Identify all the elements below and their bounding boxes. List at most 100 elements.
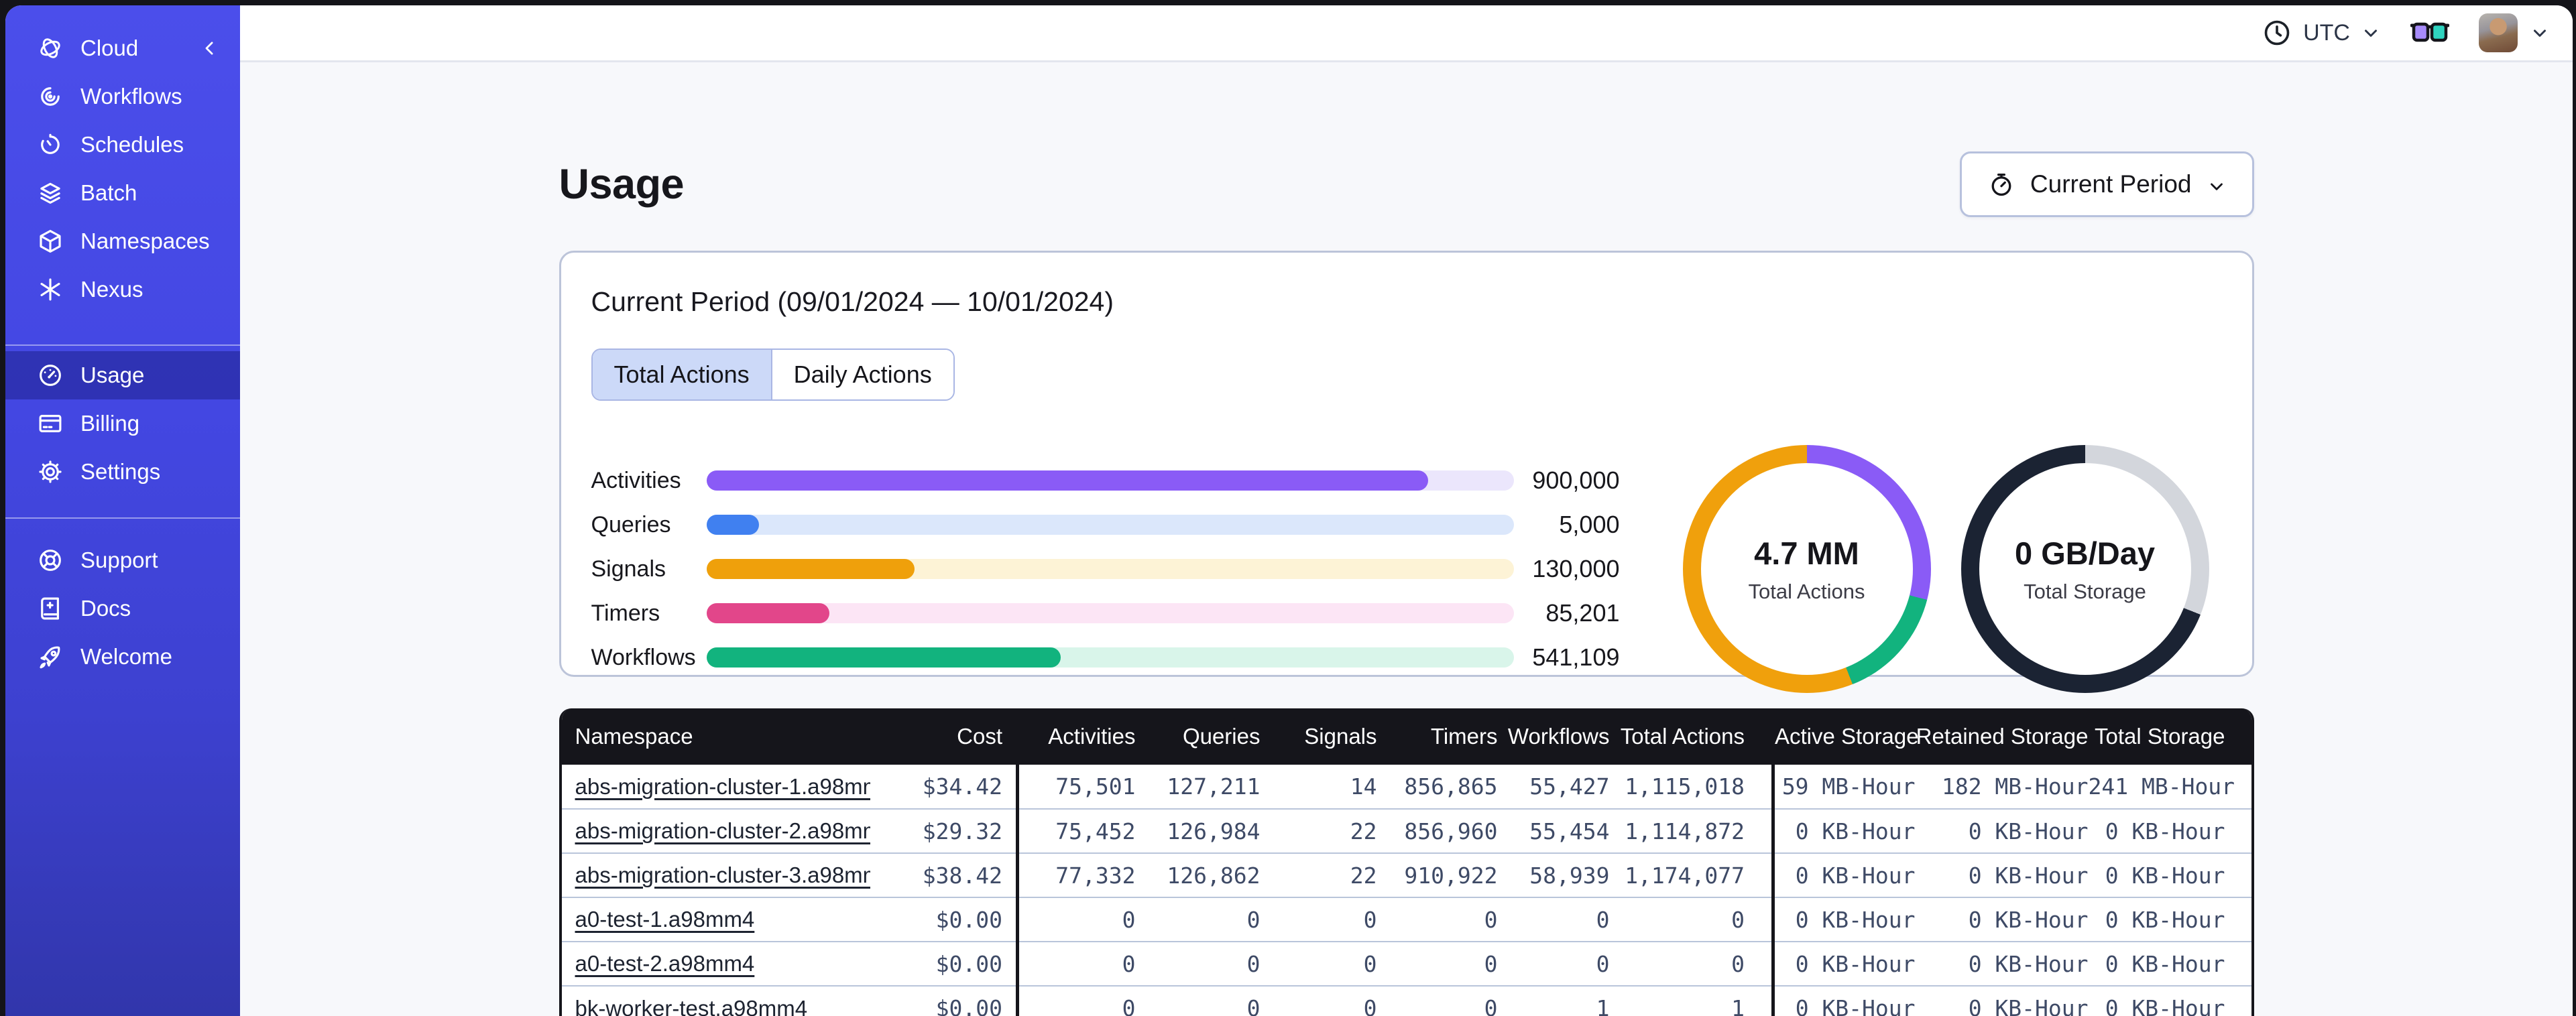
sidebar-item-label: Nexus (80, 277, 143, 302)
retained-storage-cell: 0 KB-Hour (1915, 897, 2089, 942)
table-row: abs-migration-cluster-3.a98mm4 $38.42 77… (561, 852, 2251, 897)
collapse-sidebar-icon[interactable] (200, 38, 220, 58)
sidebar-item-label: Billing (80, 411, 140, 436)
sidebar-item-label: Settings (80, 459, 161, 484)
total-actions-cell: 0 (1609, 897, 1775, 942)
cost-cell: $0.00 (870, 941, 1019, 986)
retained-storage-cell: 0 KB-Hour (1915, 852, 2089, 897)
sidebar-item-namespaces[interactable]: Namespaces (5, 217, 240, 265)
total-storage-cell: 0 KB-Hour (2088, 852, 2251, 897)
sidebar-item-workflows[interactable]: Workflows (5, 72, 240, 121)
bar-value: 5,000 (1559, 511, 1620, 538)
chevron-down-icon (2207, 174, 2227, 194)
total-storage-cell: 0 KB-Hour (2088, 897, 2251, 942)
table-row: abs-migration-cluster-1.a98mm4 $34.42 75… (561, 765, 2251, 809)
activities-cell: 77,332 (1017, 852, 1136, 897)
sidebar-item-schedules[interactable]: Schedules (5, 121, 240, 169)
queries-cell: 127,211 (1135, 765, 1261, 809)
column-header: Timers (1377, 708, 1498, 765)
column-header: Signals (1260, 708, 1377, 765)
workflows-cell: 58,939 (1497, 852, 1610, 897)
sidebar-item-usage[interactable]: Usage (5, 351, 240, 399)
namespace-link[interactable]: abs-migration-cluster-1.a98mm4 (575, 774, 870, 799)
activities-cell: 0 (1017, 941, 1136, 986)
timezone-label: UTC (2303, 19, 2350, 46)
sidebar-item-label: Usage (80, 363, 145, 387)
table-row: a0-test-2.a98mm4 $0.00 0 0 0 0 0 0 0 KB-… (561, 941, 2251, 986)
namespace-link[interactable]: bk-worker-test.a98mm4 (575, 996, 808, 1016)
active-storage-cell: 0 KB-Hour (1773, 985, 1916, 1016)
column-header: Activities (1017, 708, 1136, 765)
stopwatch-icon (1987, 170, 2015, 198)
column-header: Cost (870, 708, 1019, 765)
signals-cell: 22 (1260, 808, 1377, 853)
column-header: Namespace (561, 708, 870, 765)
sidebar-item-settings[interactable]: Settings (5, 448, 240, 496)
usage-summary-card: Current Period (09/01/2024 — 10/01/2024)… (559, 251, 2254, 693)
workflows-cell: 55,454 (1497, 808, 1610, 853)
sidebar: Cloud Workflows Schedules Batch Namespac… (5, 5, 240, 1016)
cube-icon (36, 227, 64, 255)
glasses-icon[interactable] (2410, 19, 2450, 47)
cost-cell: $0.00 (870, 985, 1019, 1016)
sidebar-item-label: Support (80, 548, 158, 572)
queries-cell: 126,862 (1135, 852, 1261, 897)
sidebar-item-billing[interactable]: Billing (5, 399, 240, 448)
timers-cell: 0 (1377, 897, 1498, 942)
signals-cell: 0 (1260, 941, 1377, 986)
sidebar-item-label: Namespaces (80, 229, 210, 253)
workflows-cell: 1 (1497, 985, 1610, 1016)
namespace-link[interactable]: a0-test-1.a98mm4 (575, 907, 755, 932)
gear-icon (36, 458, 64, 486)
total-storage-cell: 0 KB-Hour (2088, 808, 2251, 853)
tab-total-actions[interactable]: Total Actions (592, 350, 771, 399)
namespace-link[interactable]: abs-migration-cluster-3.a98mm4 (575, 863, 870, 887)
life-buoy-icon (36, 546, 64, 574)
table-row: abs-migration-cluster-2.a98mm4 $29.32 75… (561, 808, 2251, 853)
cost-cell: $0.00 (870, 897, 1019, 942)
total-actions-cell: 1,114,872 (1609, 808, 1775, 853)
sidebar-divider (5, 517, 240, 519)
actions-bar-chart: Activities 900,000 Queries 5,000 Signals (591, 466, 1620, 671)
bar-label: Timers (591, 600, 660, 626)
total-actions-cell: 1,115,018 (1609, 765, 1775, 809)
bar-row-signals: Signals 130,000 (591, 555, 1620, 582)
temporal-logo-icon (36, 34, 64, 62)
total-storage-value: 0 GB/Day (2015, 535, 2155, 571)
active-storage-cell: 0 KB-Hour (1773, 941, 1916, 986)
column-header: Total Actions (1609, 708, 1775, 765)
period-selector-button[interactable]: Current Period (1959, 151, 2254, 217)
queries-cell: 126,984 (1135, 808, 1261, 853)
chevron-down-icon (2361, 23, 2381, 43)
sidebar-item-docs[interactable]: Docs (5, 584, 240, 633)
sidebar-item-nexus[interactable]: Nexus (5, 265, 240, 314)
bar-value: 85,201 (1545, 599, 1620, 627)
sidebar-item-batch[interactable]: Batch (5, 169, 240, 217)
cost-cell: $38.42 (870, 852, 1019, 897)
bar-label: Workflows (591, 644, 696, 670)
tab-daily-actions[interactable]: Daily Actions (770, 350, 953, 399)
timezone-selector[interactable]: UTC (2262, 17, 2381, 48)
bar-label: Activities (591, 467, 681, 493)
column-header: Workflows (1497, 708, 1610, 765)
sidebar-brand-cloud[interactable]: Cloud (5, 24, 240, 72)
user-menu[interactable] (2479, 13, 2550, 52)
bar-label: Queries (591, 511, 671, 537)
namespace-link[interactable]: a0-test-2.a98mm4 (575, 951, 755, 976)
billing-card-icon (36, 409, 64, 438)
gauge-icon (36, 361, 64, 389)
timers-cell: 856,865 (1377, 765, 1498, 809)
bar-track (706, 647, 1514, 668)
activities-cell: 0 (1017, 985, 1136, 1016)
namespace-link[interactable]: abs-migration-cluster-2.a98mm4 (575, 818, 870, 843)
sidebar-item-support[interactable]: Support (5, 536, 240, 584)
sidebar-item-label: Workflows (80, 84, 182, 109)
sidebar-item-label: Docs (80, 596, 131, 621)
bar-fill (706, 470, 1428, 491)
bar-row-timers: Timers 85,201 (591, 599, 1620, 627)
rocket-icon (36, 643, 64, 671)
sidebar-item-label: Schedules (80, 132, 184, 157)
bar-row-workflows: Workflows 541,109 (591, 643, 1620, 671)
sidebar-item-welcome[interactable]: Welcome (5, 633, 240, 681)
total-actions-cell: 0 (1609, 941, 1775, 986)
